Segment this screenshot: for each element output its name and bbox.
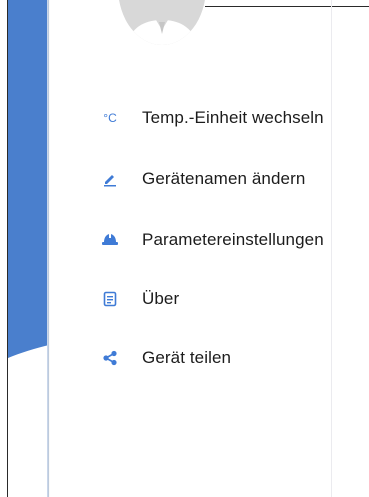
drawer-right-divider [331,0,332,497]
drawer-shadow [48,0,50,497]
menu-item-rename-device[interactable]: Gerätenamen ändern [98,162,305,196]
menu-item-label: Gerät teilen [142,348,232,367]
edit-pencil-icon [98,167,122,191]
user-silhouette-icon [126,20,198,45]
document-list-icon [98,287,122,311]
menu-item-share-device[interactable]: Gerät teilen [98,341,231,375]
temp-icon-text: °C [103,111,117,125]
share-icon [98,346,122,370]
menu-item-about[interactable]: Über [98,282,179,316]
menu-item-label: Parametereinstellungen [142,230,324,249]
menu-item-label: Temp.-Einheit wechseln [142,108,324,127]
menu-item-label: Über [142,289,180,308]
menu-item-label: Gerätenamen ändern [142,169,306,188]
background-blue-panel [8,0,49,497]
menu-item-parameter-settings[interactable]: Parametereinstellungen [98,223,324,257]
menu-item-change-temp-unit[interactable]: °C Temp.-Einheit wechseln [98,101,324,135]
top-edge-line [205,6,369,7]
user-avatar[interactable] [118,0,206,45]
temperature-celsius-icon: °C [98,106,122,130]
hard-hat-icon [98,228,122,252]
